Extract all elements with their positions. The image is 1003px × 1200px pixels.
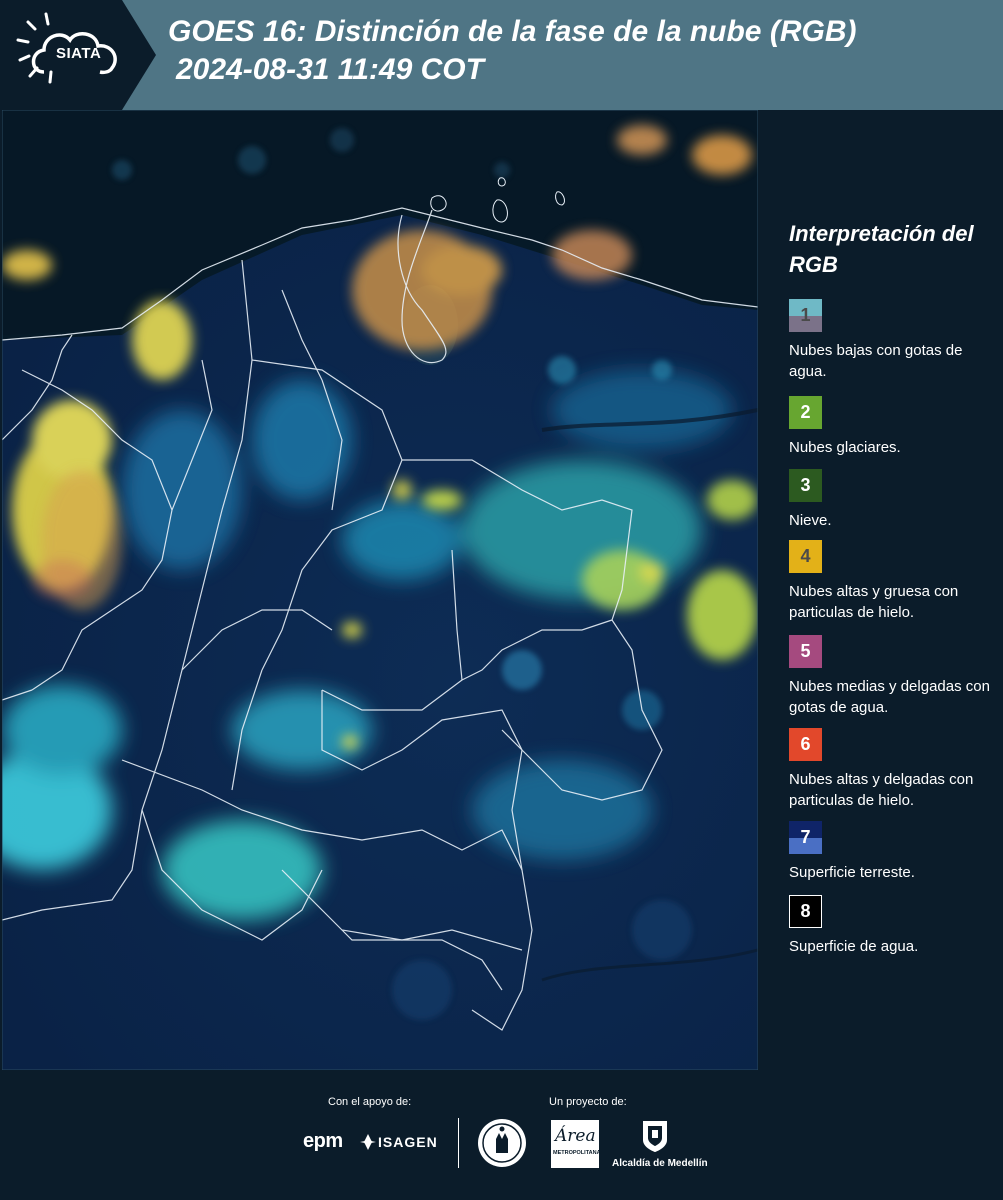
area-logo-text: Área — [555, 1126, 596, 1146]
medellin-shield-icon[interactable] — [640, 1118, 670, 1154]
satellite-map[interactable] — [2, 110, 758, 1070]
legend-item-1: 1 Nubes bajas con gotas de agua. — [789, 299, 999, 382]
legend-item-7: 7 Superficie terreste. — [789, 821, 999, 883]
epm-logo[interactable]: epm — [303, 1130, 343, 1153]
legend-swatch-8: 8 — [789, 895, 822, 928]
legend-item-3: 3 Nieve. — [789, 469, 999, 531]
legend-label-1: Nubes bajas con gotas de agua. — [789, 342, 963, 380]
legend-label-6: Nubes altas y delgadas con particulas de… — [789, 771, 974, 809]
support-label: Con el apoyo de: — [328, 1096, 412, 1108]
legend-swatch-6: 6 — [789, 728, 822, 761]
isagen-logo[interactable]: ISAGEN — [378, 1134, 438, 1150]
legend-item-8: 8 Superficie de agua. — [789, 895, 999, 957]
legend-label-7: Superficie terreste. — [789, 864, 915, 881]
legend-swatch-1: 1 — [789, 299, 822, 332]
footer-divider — [458, 1118, 459, 1168]
legend-item-2: 2 Nubes glaciares. — [789, 396, 999, 458]
legend-label-4: Nubes altas y gruesa con particulas de h… — [789, 583, 959, 621]
siata-logo-text: SIATA — [56, 45, 102, 62]
legend-swatch-5: 5 — [789, 635, 822, 668]
legend-label-8: Superficie de agua. — [789, 938, 919, 955]
siata-logo[interactable]: SIATA — [0, 0, 156, 110]
satellite-image — [2, 110, 758, 1070]
page-title: GOES 16: Distinción de la fase de la nub… — [168, 15, 857, 48]
isagen-logo-icon — [360, 1134, 376, 1150]
footer-bar: Con el apoyo de: Un proyecto de: epm ISA… — [0, 1070, 1003, 1200]
area-metropolitana-logo[interactable]: Área METROPOLITANA — [551, 1120, 601, 1168]
project-label: Un proyecto de: — [549, 1096, 627, 1108]
legend-swatch-4: 4 — [789, 540, 822, 573]
legend-swatch-2: 2 — [789, 396, 822, 429]
legend-item-4: 4 Nubes altas y gruesa con particulas de… — [789, 540, 999, 623]
legend-swatch-3: 3 — [789, 469, 822, 502]
header-bar: SIATA GOES 16: Distinción de la fase de … — [0, 0, 1003, 110]
legend-item-6: 6 Nubes altas y delgadas con particulas … — [789, 728, 999, 811]
legend-title: Interpretación del RGB — [789, 221, 974, 277]
legend-label-3: Nieve. — [789, 512, 832, 529]
page-subtitle-timestamp: 2024-08-31 11:49 COT — [176, 53, 484, 86]
seal-logo-icon[interactable] — [476, 1117, 528, 1169]
legend-label-5: Nubes medias y delgadas con gotas de agu… — [789, 678, 990, 716]
medellin-logo-text: Alcaldía de Medellín — [612, 1158, 708, 1169]
legend-panel: Interpretación del RGB 1 Nubes bajas con… — [760, 110, 1003, 1070]
area-logo-subtext: METROPOLITANA — [553, 1150, 601, 1156]
legend-swatch-7: 7 — [789, 821, 822, 854]
legend-label-2: Nubes glaciares. — [789, 439, 901, 456]
legend-item-5: 5 Nubes medias y delgadas con gotas de a… — [789, 635, 999, 718]
